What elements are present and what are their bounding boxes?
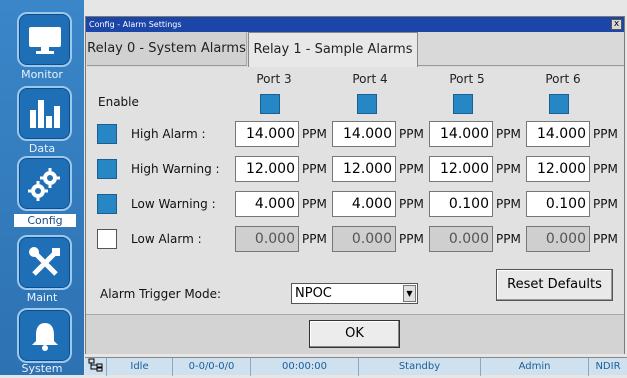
close-button[interactable]: x [611,19,622,30]
enable-port-6-checkbox[interactable] [549,94,569,114]
status-user: Admin [481,358,589,376]
high-warning-checkbox[interactable] [97,159,117,179]
enable-port-5-checkbox[interactable] [453,94,473,114]
sidebar-item-system[interactable]: System [0,362,84,375]
reset-defaults-button[interactable]: Reset Defaults [496,269,613,301]
low-warning-port-4-field[interactable]: 4.000 [332,191,396,217]
unit-label: PPM [302,162,327,176]
unit-label: PPM [302,232,327,246]
unit-label: PPM [302,197,327,211]
sidebar-item-maint[interactable]: Maint [0,291,84,304]
port-header: Port 4 [352,72,388,86]
tab-strip-fill [418,32,624,66]
unit-label: PPM [593,127,618,141]
port-header: Port 3 [256,72,292,86]
low-warning-port-3-field[interactable]: 4.000 [235,191,299,217]
unit-label: PPM [496,127,521,141]
high-alarm-label: High Alarm : [131,127,206,141]
unit-label: PPM [496,197,521,211]
sidebar-item-config[interactable]: Config [14,214,76,227]
low-alarm-checkbox[interactable] [97,229,117,249]
high-alarm-port-6-field[interactable]: 14.000 [526,121,590,147]
port-header: Port 6 [545,72,581,86]
bell-icon [31,322,58,351]
alarm-settings-window: Config - Alarm Settings x Relay 0 - Syst… [85,16,625,354]
enable-label: Enable [98,95,139,109]
ok-button[interactable]: OK [309,320,400,348]
low-warning-label: Low Warning : [131,197,216,211]
config-nav-button[interactable] [17,156,72,211]
status-sensor: NDIR [595,361,621,372]
alarm-trigger-value: NPOC [295,286,332,301]
high-warning-port-3-field[interactable]: 12.000 [235,156,299,182]
unit-label: PPM [399,197,424,211]
low-alarm-port-6-field: 0.000 [526,226,590,252]
low-warning-checkbox[interactable] [97,194,117,214]
maint-nav-button[interactable] [17,235,72,290]
monitor-icon [28,26,61,54]
unit-label: PPM [399,127,424,141]
unit-label: PPM [593,197,618,211]
low-alarm-port-3-field: 0.000 [235,226,299,252]
tab-relay-1[interactable]: Relay 1 - Sample Alarms [248,32,418,68]
status-mode: Standby [359,358,481,376]
data-nav-button[interactable] [17,86,72,141]
port-header: Port 5 [449,72,485,86]
low-warning-port-5-field[interactable]: 0.100 [429,191,493,217]
top-strip [84,0,627,16]
tools-icon [28,246,60,276]
low-warning-port-6-field[interactable]: 0.100 [526,191,590,217]
high-alarm-checkbox[interactable] [97,124,117,144]
high-alarm-port-5-field[interactable]: 14.000 [429,121,493,147]
sidebar-item-monitor[interactable]: Monitor [0,68,84,81]
unit-label: PPM [593,232,618,246]
high-warning-port-5-field[interactable]: 12.000 [429,156,493,182]
high-warning-port-6-field[interactable]: 12.000 [526,156,590,182]
alarm-trigger-label: Alarm Trigger Mode: [100,287,222,301]
unit-label: PPM [399,162,424,176]
sidebar-item-data[interactable]: Data [0,142,84,155]
tab-relay-0[interactable]: Relay 0 - System Alarms [87,32,247,66]
low-alarm-label: Low Alarm : [131,232,202,246]
sidebar: Monitor Data Config Maint System [0,0,84,375]
status-timer: 00:00:00 [251,358,359,376]
high-warning-port-4-field[interactable]: 12.000 [332,156,396,182]
gears-icon [27,167,60,201]
enable-port-3-checkbox[interactable] [260,94,280,114]
window-title: Config - Alarm Settings [89,20,182,29]
chevron-down-icon[interactable]: ▼ [403,285,416,302]
window-titlebar: Config - Alarm Settings x [86,17,624,32]
low-alarm-port-4-field: 0.000 [332,226,396,252]
high-alarm-port-4-field[interactable]: 14.000 [332,121,396,147]
status-tree-icon [85,358,107,376]
alarm-trigger-select[interactable]: NPOC ▼ [291,283,418,304]
enable-port-4-checkbox[interactable] [357,94,377,114]
monitor-nav-button[interactable] [17,12,72,67]
status-bar: Idle 0-0/0-0/0 00:00:00 Standby Admin ND… [85,357,627,376]
system-nav-button[interactable] [17,308,72,363]
status-counts: 0-0/0-0/0 [173,358,251,376]
bar-chart-icon [29,99,60,128]
low-alarm-port-5-field: 0.000 [429,226,493,252]
status-state: Idle [107,358,173,376]
high-alarm-port-3-field[interactable]: 14.000 [235,121,299,147]
unit-label: PPM [399,232,424,246]
unit-label: PPM [302,127,327,141]
unit-label: PPM [593,162,618,176]
high-warning-label: High Warning : [131,162,220,176]
unit-label: PPM [496,162,521,176]
unit-label: PPM [496,232,521,246]
